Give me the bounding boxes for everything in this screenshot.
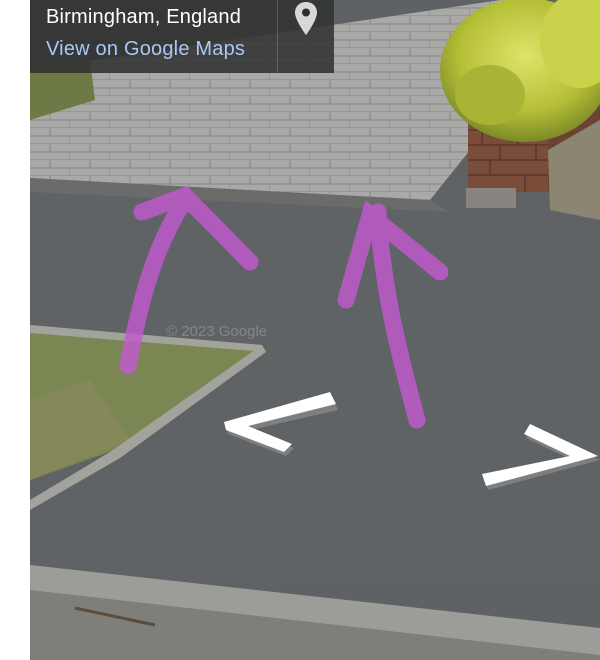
nav-arrow-right-icon bbox=[482, 424, 600, 490]
map-pin-icon bbox=[295, 2, 317, 35]
location-info-card: Birmingham, England View on Google Maps bbox=[30, 0, 278, 73]
street-scene: © 2023 Google bbox=[30, 0, 600, 660]
nav-arrow-right[interactable] bbox=[482, 420, 600, 492]
nav-arrow-left[interactable] bbox=[220, 388, 340, 460]
nav-arrow-left-icon bbox=[224, 392, 338, 456]
view-on-google-maps-link[interactable]: View on Google Maps bbox=[46, 38, 245, 61]
google-watermark: © 2023 Google bbox=[166, 323, 267, 340]
map-pin-button[interactable] bbox=[278, 0, 334, 73]
place-name: Birmingham, England bbox=[46, 6, 242, 28]
street-view-panorama[interactable]: © 2023 Google Birmingham, England View o… bbox=[30, 0, 600, 660]
